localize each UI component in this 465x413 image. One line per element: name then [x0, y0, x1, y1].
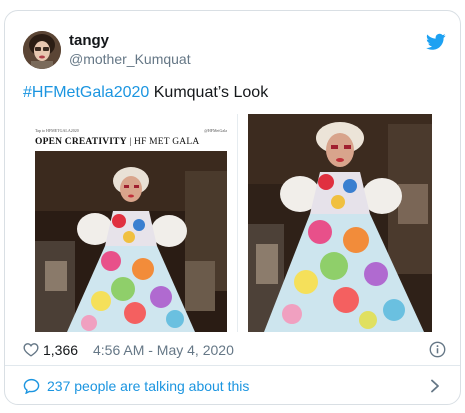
conversation-label[interactable]: 237 people are talking about this: [47, 378, 249, 394]
magazine-header-left: Tap to HFMETGALA2020: [35, 128, 79, 133]
magazine-cover-image[interactable]: Tap to HFMETGALA2020 @HFMetGala OPEN CRE…: [35, 114, 227, 332]
speech-bubble-icon: [23, 378, 40, 395]
tweet-timestamp[interactable]: 4:56 AM - May 4, 2020: [93, 342, 234, 358]
display-name[interactable]: tangy: [69, 32, 109, 49]
magazine-header-right: @HFMetGala: [204, 128, 227, 133]
magazine-title-bold: OPEN CREATIVITY: [35, 137, 127, 147]
tweet-footer: 1,366 4:56 AM - May 4, 2020: [5, 332, 460, 366]
magazine-title-rest: | HF MET GALA: [126, 137, 200, 147]
user-handle[interactable]: @mother_Kumquat: [69, 51, 191, 67]
hashtag-link[interactable]: #HFMetGala2020: [23, 84, 149, 101]
tweet-text: #HFMetGala2020 Kumquat’s Look: [23, 84, 268, 102]
tweet-body: Kumquat’s Look: [149, 84, 269, 101]
chevron-right-icon[interactable]: [429, 379, 441, 393]
info-icon[interactable]: [429, 341, 446, 358]
twitter-bird-icon[interactable]: [426, 33, 446, 51]
avatar[interactable]: [23, 31, 61, 69]
tweet-media[interactable]: Tap to HFMETGALA2020 @HFMetGala OPEN CRE…: [5, 114, 460, 332]
media-divider: [237, 114, 238, 332]
magazine-photo: [35, 151, 227, 332]
like-count[interactable]: 1,366: [43, 342, 78, 358]
magazine-title: OPEN CREATIVITY | HF MET GALA: [35, 137, 199, 147]
gown-photo[interactable]: [248, 114, 432, 332]
tweet-header: tangy @mother_Kumquat: [5, 11, 460, 81]
tweet-card[interactable]: tangy @mother_Kumquat #HFMetGala2020 Kum…: [4, 10, 461, 405]
conversation-link[interactable]: 237 people are talking about this: [5, 366, 460, 404]
heart-icon[interactable]: [23, 342, 39, 357]
